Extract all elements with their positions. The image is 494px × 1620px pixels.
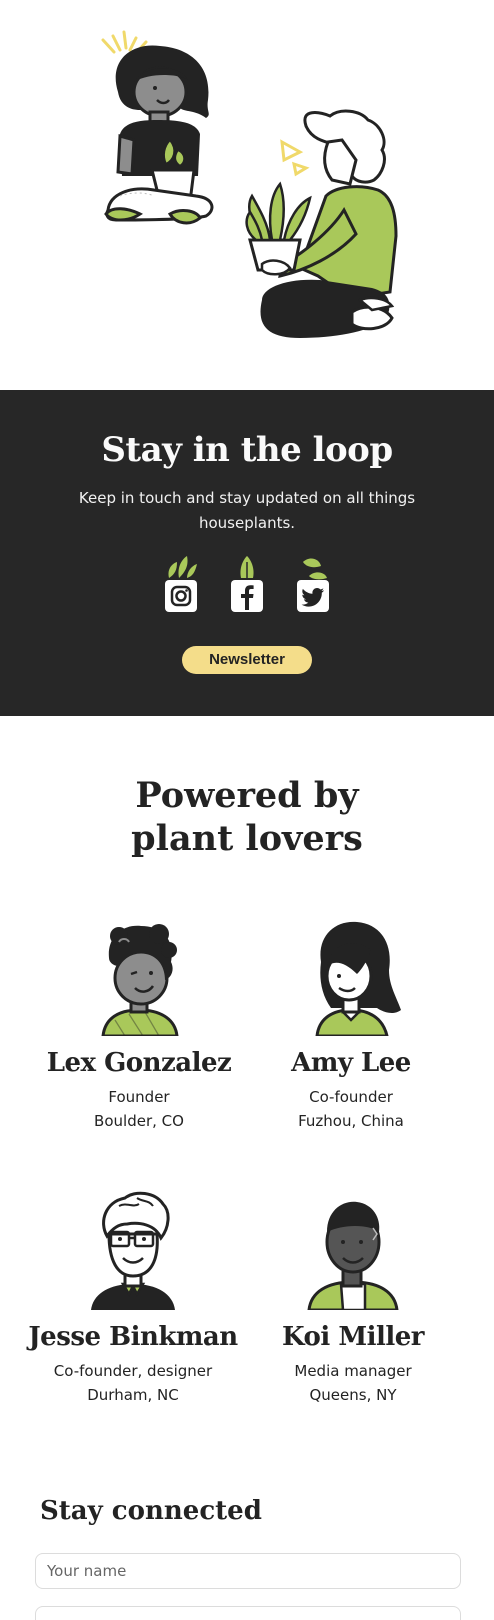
name-input[interactable] (35, 1553, 461, 1589)
seated-person-left (104, 45, 214, 225)
member-name: Lex Gonzalez (46, 1048, 232, 1078)
member-role: Founder (108, 1088, 170, 1106)
leaf-decoration-icon (168, 556, 197, 578)
avatar-jesse-binkman (91, 1191, 175, 1310)
hero-illustration (0, 0, 494, 390)
member-role: Co-founder (309, 1088, 393, 1106)
member-role: Media manager (294, 1362, 412, 1380)
newsletter-button[interactable]: Newsletter (182, 646, 312, 674)
member-name: Amy Lee (291, 1048, 411, 1078)
people-with-plants-illustration (101, 30, 398, 338)
team-member-card: Koi Miller Media manager Queens, NY (238, 1188, 468, 1404)
stay-connected-title: Stay connected (40, 1496, 262, 1526)
team-member-card: Jesse Binkman Co-founder, designer Durha… (18, 1188, 248, 1404)
team-member-card: Lex Gonzalez Founder Boulder, CO (24, 914, 254, 1130)
social-links (0, 554, 494, 614)
team-title-text: Powered by plant lovers (131, 775, 363, 859)
leaf-decoration-icon (240, 556, 254, 578)
member-location: Fuzhou, China (298, 1112, 404, 1130)
stay-in-the-loop-section: Stay in the loop Keep in touch and stay … (0, 390, 494, 716)
avatar-lex-gonzalez (101, 924, 179, 1036)
member-name: Koi Miller (282, 1322, 424, 1352)
instagram-link[interactable] (161, 554, 201, 614)
member-name: Jesse Binkman (28, 1322, 238, 1352)
loop-subtitle: Keep in touch and stay updated on all th… (78, 489, 416, 532)
member-role: Co-founder, designer (53, 1362, 213, 1380)
facebook-icon (241, 585, 254, 610)
instagram-icon (170, 585, 192, 607)
loop-title: Stay in the loop (101, 430, 393, 470)
email-input[interactable] (35, 1606, 461, 1620)
facebook-link[interactable] (227, 554, 267, 614)
leaf-decoration-icon (303, 558, 327, 580)
sparkle-right (280, 139, 310, 177)
avatar-koi-miller (307, 1201, 399, 1310)
kneeling-person-right (245, 109, 398, 338)
twitter-link[interactable] (293, 554, 333, 614)
team-section-title: Powered by plant lovers (0, 774, 494, 860)
twitter-icon (301, 588, 324, 607)
member-location: Queens, NY (309, 1386, 397, 1404)
avatar-amy-lee (315, 921, 401, 1036)
member-location: Durham, NC (87, 1386, 179, 1404)
team-member-card: Amy Lee Co-founder Fuzhou, China (236, 914, 466, 1130)
member-location: Boulder, CO (94, 1112, 184, 1130)
